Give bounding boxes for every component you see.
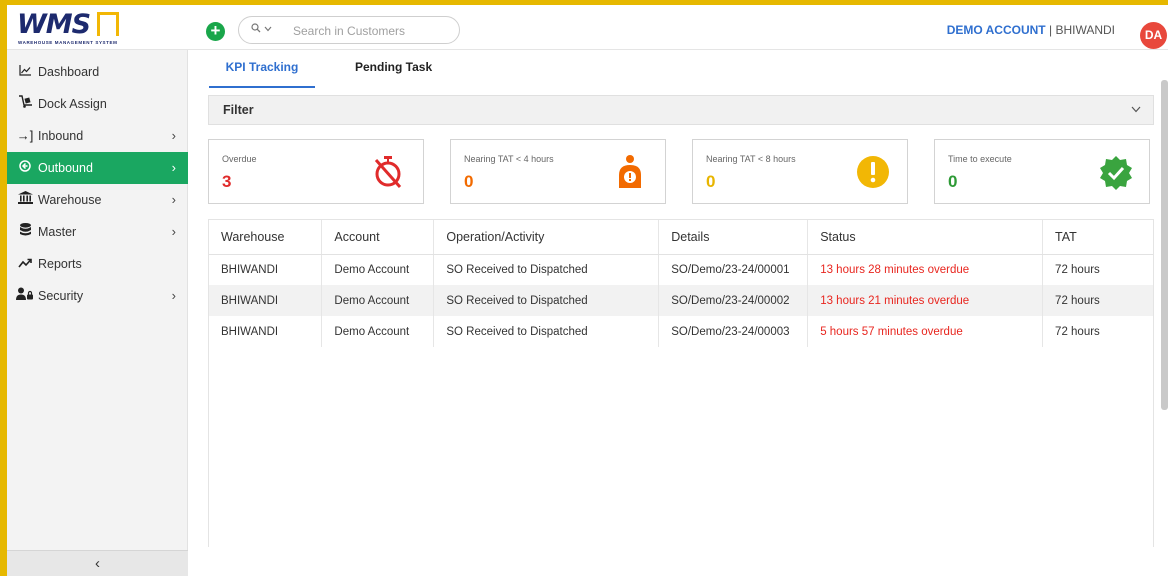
sidebar-item-dock-assign[interactable]: Dock Assign	[7, 88, 188, 120]
kpi-card-time-to-execute[interactable]: Time to execute 0	[934, 139, 1150, 204]
search-box[interactable]	[238, 16, 460, 44]
table-row[interactable]: BHIWANDI Demo Account SO Received to Dis…	[209, 254, 1153, 285]
kpi-label: Nearing TAT < 8 hours	[706, 154, 796, 164]
cell-operation: SO Received to Dispatched	[433, 316, 660, 347]
vertical-scrollbar[interactable]	[1161, 80, 1168, 410]
kpi-card-nearing-8h[interactable]: Nearing TAT < 8 hours 0	[692, 139, 908, 204]
column-header-operation[interactable]: Operation/Activity	[433, 220, 660, 255]
cell-account: Demo Account	[321, 254, 435, 285]
plus-circle-icon[interactable]: +	[206, 22, 225, 41]
exclamation-circle-icon	[856, 155, 890, 189]
kpi-card-nearing-4h[interactable]: Nearing TAT < 4 hours 0	[450, 139, 666, 204]
person-alert-icon	[617, 155, 651, 189]
table-row[interactable]: BHIWANDI Demo Account SO Received to Dis…	[209, 316, 1153, 347]
logo-subtitle: WAREHOUSE MANAGEMENT SYSTEM	[18, 40, 118, 45]
kpi-value: 0	[464, 172, 474, 191]
avatar[interactable]: DA	[1140, 22, 1167, 49]
chevron-down-icon[interactable]	[264, 24, 272, 34]
sidebar: Dashboard Dock Assign →] Inbound › Outbo…	[7, 50, 188, 576]
cell-operation: SO Received to Dispatched	[433, 254, 660, 285]
table-row[interactable]: BHIWANDI Demo Account SO Received to Dis…	[209, 285, 1153, 316]
kpi-label: Overdue	[222, 154, 257, 164]
sidebar-item-security[interactable]: Security ›	[7, 280, 188, 312]
user-lock-icon	[16, 280, 34, 312]
search-icon	[251, 23, 261, 36]
top-bar: WMS WAREHOUSE MANAGEMENT SYSTEM + DEMO A…	[7, 5, 1168, 50]
tab-kpi-tracking[interactable]: KPI Tracking	[209, 60, 315, 88]
account-name: DEMO ACCOUNT	[946, 23, 1046, 37]
cell-account: Demo Account	[321, 285, 435, 316]
logo-text: WMS	[17, 9, 91, 40]
cell-warehouse: BHIWANDI	[209, 254, 323, 285]
sidebar-item-label: Warehouse	[38, 193, 102, 207]
sidebar-item-label: Dashboard	[38, 65, 100, 79]
sidebar-item-label: Outbound	[38, 161, 93, 175]
account-separator: |	[1048, 23, 1053, 37]
column-header-details[interactable]: Details	[658, 220, 809, 255]
cell-details: SO/Demo/23-24/00003	[658, 316, 809, 347]
cell-operation: SO Received to Dispatched	[433, 285, 660, 316]
kpi-label: Nearing TAT < 4 hours	[464, 154, 554, 164]
sidebar-item-label: Inbound	[38, 129, 84, 143]
chevron-down-icon[interactable]	[1131, 96, 1141, 124]
table-header-row: Warehouse Account Operation/Activity Det…	[209, 220, 1153, 255]
kpi-value: 0	[706, 172, 716, 191]
chevron-right-icon: ›	[171, 128, 176, 143]
sidebar-item-dashboard[interactable]: Dashboard	[7, 56, 188, 88]
tab-pending-task[interactable]: Pending Task	[355, 60, 432, 88]
dolly-icon	[16, 88, 34, 120]
sidebar-item-inbound[interactable]: →] Inbound ›	[7, 120, 188, 152]
chevron-right-icon: ›	[171, 224, 176, 239]
wms-logo[interactable]: WMS WAREHOUSE MANAGEMENT SYSTEM	[17, 10, 127, 46]
account-location: BHIWANDI	[1055, 23, 1115, 37]
chart-line-icon	[16, 56, 34, 88]
column-header-tat[interactable]: TAT	[1042, 220, 1153, 255]
sign-in-icon: →]	[16, 128, 34, 143]
account-info[interactable]: DEMO ACCOUNT | BHIWANDI	[947, 23, 1115, 37]
sidebar-item-master[interactable]: Master ›	[7, 216, 188, 248]
cell-tat: 72 hours	[1042, 316, 1153, 347]
cell-warehouse: BHIWANDI	[209, 285, 323, 316]
cell-account: Demo Account	[321, 316, 435, 347]
cell-warehouse: BHIWANDI	[209, 316, 323, 347]
sidebar-item-label: Master	[38, 225, 77, 239]
cell-tat: 72 hours	[1042, 285, 1153, 316]
sidebar-item-outbound[interactable]: Outbound ›	[7, 152, 188, 184]
cell-status: 5 hours 57 minutes overdue	[807, 316, 1044, 347]
sidebar-item-reports[interactable]: Reports	[7, 248, 188, 280]
kpi-value: 3	[222, 172, 232, 191]
chevron-right-icon: ›	[171, 192, 176, 207]
sidebar-item-warehouse[interactable]: Warehouse ›	[7, 184, 188, 216]
chevron-left-icon[interactable]: ‹	[7, 550, 188, 576]
trend-up-icon	[16, 248, 34, 280]
kpi-table: Warehouse Account Operation/Activity Det…	[208, 219, 1154, 547]
timer-off-icon	[371, 155, 405, 189]
sidebar-item-label: Reports	[38, 257, 82, 271]
cell-status: 13 hours 28 minutes overdue	[807, 254, 1044, 285]
kpi-card-overdue[interactable]: Overdue 3	[208, 139, 424, 204]
database-icon	[16, 216, 34, 248]
column-header-account[interactable]: Account	[321, 220, 435, 255]
cell-details: SO/Demo/23-24/00002	[658, 285, 809, 316]
circle-arrow-left-icon	[16, 152, 34, 184]
cell-tat: 72 hours	[1042, 254, 1153, 285]
app-window: WMS WAREHOUSE MANAGEMENT SYSTEM + DEMO A…	[7, 5, 1168, 576]
filter-label: Filter	[223, 103, 254, 117]
column-header-status[interactable]: Status	[807, 220, 1044, 255]
sidebar-item-label: Security	[38, 289, 84, 303]
chevron-right-icon: ›	[171, 160, 176, 175]
search-input[interactable]	[293, 22, 448, 39]
filter-panel-header[interactable]: Filter	[208, 95, 1154, 125]
logo-house-mark	[97, 12, 119, 36]
check-badge-icon	[1098, 155, 1132, 190]
kpi-value: 0	[948, 172, 958, 191]
sidebar-item-label: Dock Assign	[38, 97, 107, 111]
chevron-right-icon: ›	[171, 288, 176, 303]
column-header-warehouse[interactable]: Warehouse	[209, 220, 323, 255]
cell-details: SO/Demo/23-24/00001	[658, 254, 809, 285]
bank-building-icon	[16, 184, 34, 216]
cell-status: 13 hours 21 minutes overdue	[807, 285, 1044, 316]
kpi-label: Time to execute	[948, 154, 1012, 164]
